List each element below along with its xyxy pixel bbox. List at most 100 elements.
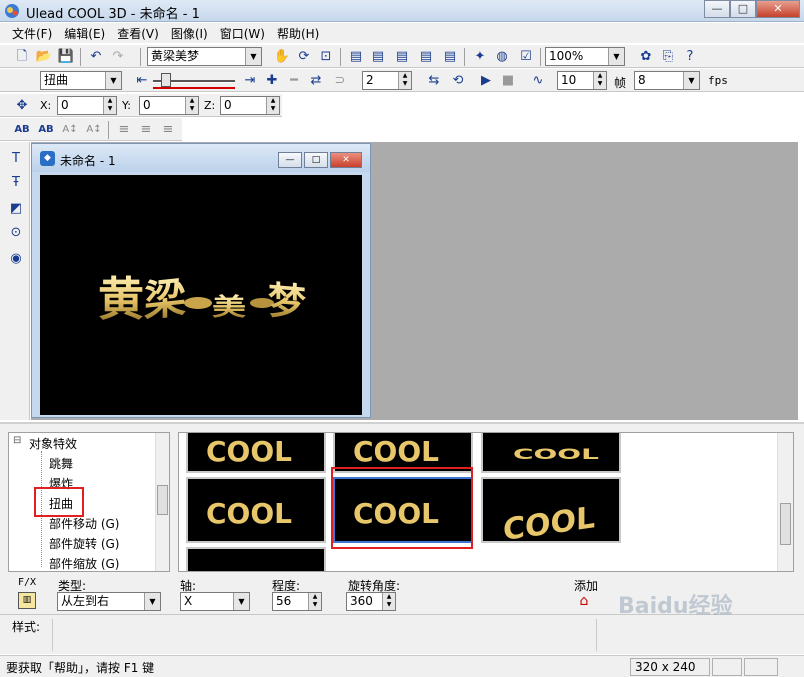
reverse-icon[interactable]: ⇄	[306, 71, 326, 91]
insert-text-icon[interactable]: T	[7, 150, 25, 168]
size-object-icon[interactable]: ⊡	[316, 47, 336, 67]
help-cursor-icon[interactable]: ?	[680, 47, 700, 67]
pingpong-icon[interactable]: ⇆	[424, 71, 444, 91]
text-spacing-1-icon[interactable]: A↕	[60, 120, 80, 140]
canvas-char-4: 梦	[268, 278, 306, 325]
open-folder-icon[interactable]: 📂	[34, 47, 54, 67]
menu-window[interactable]: 窗口(W)	[214, 25, 271, 42]
chevron-down-icon: ▼	[245, 48, 261, 65]
tree-root[interactable]: 对象特效	[29, 435, 77, 452]
hand-icon[interactable]: ✋	[272, 47, 292, 67]
tree-item-dance[interactable]: 跳舞	[49, 455, 73, 472]
maximize-button[interactable]: □	[730, 0, 756, 18]
play-icon[interactable]: ▶	[476, 71, 496, 91]
tree-item-part-rotate[interactable]: 部件旋转 (G)	[49, 535, 119, 552]
fps-select[interactable]: 8 ▼	[634, 71, 700, 90]
gallery-thumb-3[interactable]: COOL	[481, 433, 621, 473]
z-spinner[interactable]: 0 ▲ ▼	[220, 96, 280, 115]
type-select[interactable]: 从左到右 ▼	[57, 592, 161, 611]
align-center-icon[interactable]: ≡	[136, 120, 156, 140]
text-spacing-2-icon[interactable]: A↕	[84, 120, 104, 140]
gallery-scrollbar[interactable]	[777, 433, 793, 571]
layout-2-icon[interactable]: ▤	[368, 47, 388, 67]
menu-image[interactable]: 图像(I)	[165, 25, 214, 42]
add-keyframe-icon[interactable]: ✚	[262, 71, 282, 91]
timeline-slider[interactable]	[153, 73, 235, 89]
first-frame-icon[interactable]: ⇤	[132, 71, 152, 91]
layout-3-icon[interactable]: ▤	[392, 47, 412, 67]
document-title-bar[interactable]: ◆ 未命名 - 1 — □ ✕	[32, 144, 370, 172]
add-effect-icon[interactable]: ⌂	[574, 592, 594, 610]
slider-thumb[interactable]	[161, 73, 171, 87]
spinner-arrows-icon[interactable]: ▲ ▼	[382, 593, 395, 610]
loop-icon[interactable]: ⊃	[330, 71, 350, 91]
wizard-icon[interactable]: ✿	[636, 47, 656, 67]
spinner-arrows-icon[interactable]: ▲ ▼	[185, 97, 198, 114]
axis-select[interactable]: X ▼	[180, 592, 250, 611]
save-icon[interactable]: 💾	[56, 47, 76, 67]
light-icon[interactable]: ✦	[470, 47, 490, 67]
remove-keyframe-icon[interactable]: ━	[284, 71, 304, 91]
spinner-arrows-icon[interactable]: ▲ ▼	[308, 593, 321, 610]
gallery-scroll-thumb[interactable]	[780, 503, 791, 545]
gallery-thumb-1[interactable]: COOL	[186, 433, 326, 473]
menu-edit[interactable]: 编辑(E)	[58, 25, 111, 42]
text-object-select[interactable]: 黄梁美梦 ▼	[147, 47, 262, 66]
text-style-2-icon[interactable]: AB	[36, 120, 56, 140]
y-spinner[interactable]: 0 ▲ ▼	[139, 96, 199, 115]
check-icon[interactable]: ☑	[516, 47, 536, 67]
minimize-button[interactable]: —	[704, 0, 730, 18]
export-icon[interactable]: ⎘	[658, 47, 678, 67]
repeat-icon[interactable]: ⟲	[448, 71, 468, 91]
effect-select[interactable]: 扭曲 ▼	[40, 71, 122, 90]
doc-maximize-button[interactable]: □	[304, 152, 328, 168]
new-file-icon[interactable]: 🗋	[12, 47, 32, 67]
edit-text-icon[interactable]: Ŧ	[7, 174, 25, 192]
menu-help[interactable]: 帮助(H)	[271, 25, 325, 42]
total-frames-spinner[interactable]: 10 ▲ ▼	[557, 71, 607, 90]
tree-item-part-move[interactable]: 部件移动 (G)	[49, 515, 119, 532]
tree-scroll-thumb[interactable]	[157, 485, 168, 515]
move-tool-icon[interactable]: ✥	[12, 96, 32, 116]
menu-file[interactable]: 文件(F)	[6, 25, 58, 42]
spinner-arrows-icon[interactable]: ▲ ▼	[266, 97, 279, 114]
stop-icon[interactable]: ■	[498, 71, 518, 91]
insert-shape-icon[interactable]: ◩	[7, 200, 25, 218]
doc-minimize-button[interactable]: —	[278, 152, 302, 168]
layout-4-icon[interactable]: ▤	[416, 47, 436, 67]
spinner-arrows-icon[interactable]: ▲ ▼	[593, 72, 606, 89]
tree-item-part-scale[interactable]: 部件缩放 (G)	[49, 555, 119, 571]
text-style-1-icon[interactable]: AB	[12, 120, 32, 140]
frame-number-spinner[interactable]: 2 ▲ ▼	[362, 71, 412, 90]
spinner-arrows-icon[interactable]: ▲ ▼	[398, 72, 411, 89]
render-canvas[interactable]: 黄 梁 美 梦	[40, 175, 362, 415]
doc-close-button[interactable]: ✕	[330, 152, 362, 168]
gallery-thumb-7[interactable]	[186, 547, 326, 571]
collapse-icon[interactable]: ⊟	[13, 435, 21, 446]
close-button[interactable]: ✕	[756, 0, 800, 18]
gallery-thumb-4[interactable]: COOL	[186, 477, 326, 543]
layout-5-icon[interactable]: ▤	[440, 47, 460, 67]
gallery-thumb-6[interactable]: COOL	[481, 477, 621, 543]
degree-spinner[interactable]: 56 ▲ ▼	[272, 592, 322, 611]
undo-icon[interactable]: ↶	[86, 47, 106, 67]
align-right-icon[interactable]: ≡	[158, 120, 178, 140]
position-toolbar: ✥ X: 0 ▲ ▼ Y: 0 ▲ ▼ Z: 0 ▲ ▼	[0, 93, 282, 117]
spinner-arrows-icon[interactable]: ▲ ▼	[103, 97, 116, 114]
layout-1-icon[interactable]: ▤	[346, 47, 366, 67]
tree-scrollbar[interactable]	[155, 433, 169, 571]
rotation-spinner[interactable]: 360 ▲ ▼	[346, 592, 396, 611]
smooth-icon[interactable]: ∿	[528, 71, 548, 91]
select-object-icon[interactable]: ⊙	[7, 224, 25, 242]
rotate-object-icon[interactable]: ⟳	[294, 47, 314, 67]
menu-view[interactable]: 查看(V)	[111, 25, 165, 42]
z-value: 0	[224, 98, 232, 112]
redo-icon[interactable]: ↷	[108, 47, 128, 67]
last-frame-icon[interactable]: ⇥	[240, 71, 260, 91]
zoom-select[interactable]: 100% ▼	[545, 47, 625, 66]
globe-icon[interactable]: ◍	[492, 47, 512, 67]
object-manager-icon[interactable]: ◉	[7, 250, 25, 268]
fx-toggle-icon[interactable]: ▥	[18, 592, 36, 609]
align-left-icon[interactable]: ≡	[114, 120, 134, 140]
x-spinner[interactable]: 0 ▲ ▼	[57, 96, 117, 115]
